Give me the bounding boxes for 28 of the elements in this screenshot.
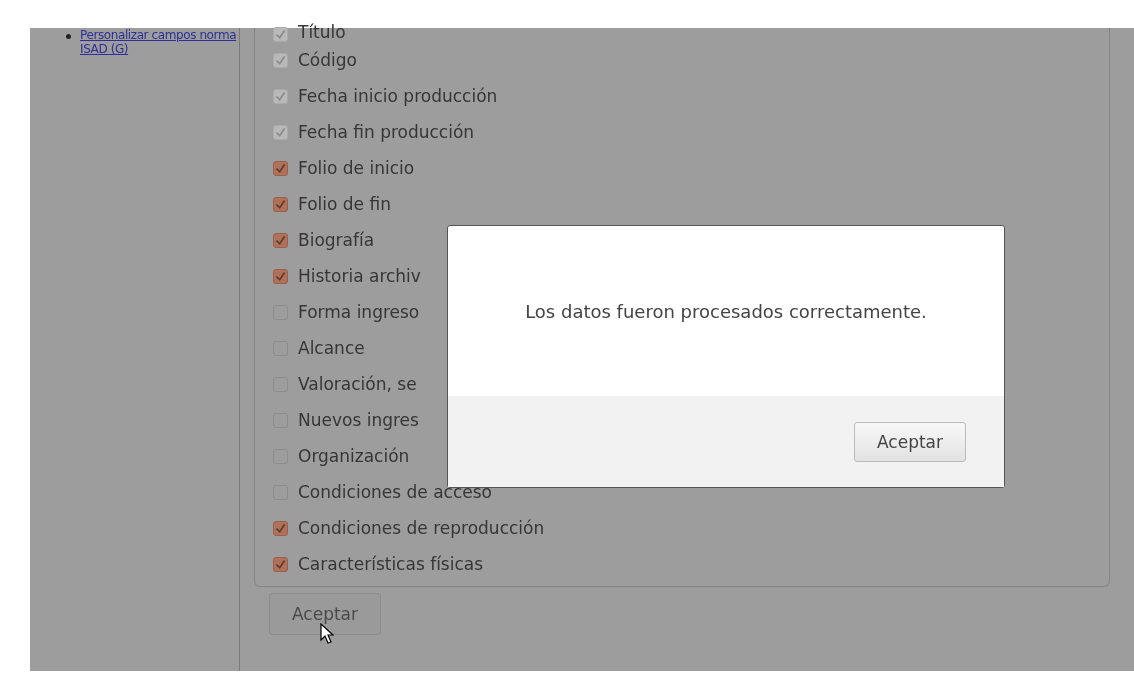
checkbox-label: Fecha inicio producción: [298, 86, 498, 106]
checkbox-label: Alcance: [298, 338, 365, 358]
bullet-icon: [66, 34, 71, 39]
checkbox-label: Biografía: [298, 230, 375, 250]
dialog-message: Los datos fueron procesados correctamente.: [525, 300, 927, 322]
checkbox-label: Condiciones de acceso: [298, 482, 492, 502]
sidebar-link[interactable]: Personalizar campos norma ISAD (G): [80, 28, 239, 57]
checkbox[interactable]: [273, 232, 288, 248]
accept-button[interactable]: Aceptar: [854, 421, 966, 462]
checkbox-label: Nuevos ingres: [298, 410, 419, 430]
checkbox[interactable]: [273, 556, 288, 572]
checkbox-label: Organización: [298, 446, 410, 466]
checkbox-label: Folio de fin: [298, 194, 391, 214]
mouse-cursor-icon: [320, 623, 334, 645]
checkbox-label: Código: [298, 50, 357, 70]
checkbox[interactable]: [273, 196, 288, 212]
checkbox-label: Forma ingreso: [298, 302, 420, 322]
checkbox-label: Folio de inicio: [298, 158, 415, 178]
checkbox-label: Historia archiv: [298, 266, 421, 286]
checkbox[interactable]: [273, 268, 288, 284]
checkbox-label: Fecha fin producción: [298, 122, 475, 142]
accept-button[interactable]: Aceptar: [269, 593, 381, 635]
checkbox-label: Condiciones de reproducción: [298, 518, 545, 538]
checkbox-label: Título: [298, 22, 346, 42]
checkbox-label: Valoración, se: [298, 374, 417, 394]
checkbox[interactable]: [273, 160, 288, 176]
checkbox[interactable]: [273, 520, 288, 536]
checkbox-label: Características físicas: [298, 554, 484, 574]
